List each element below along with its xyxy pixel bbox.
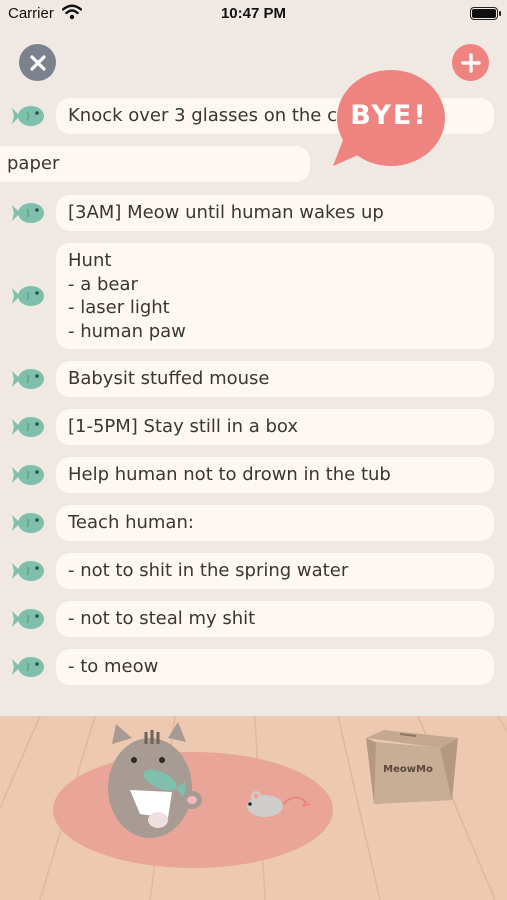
floor-scene (0, 716, 507, 900)
task-row[interactable]: - not to steal my shit (0, 601, 507, 637)
rug (53, 752, 333, 868)
task-text[interactable]: - to meow (56, 649, 494, 685)
task-row[interactable]: - to meow (0, 649, 507, 685)
close-button[interactable] (19, 44, 56, 81)
dragging-task-bubble[interactable]: paper (0, 146, 310, 182)
fish-icon[interactable] (11, 607, 47, 631)
fish-icon[interactable] (11, 655, 47, 679)
task-row[interactable]: Teach human: (0, 505, 507, 541)
task-row[interactable]: Hunt - a bear - laser light - human paw (0, 243, 507, 349)
task-text[interactable]: - not to steal my shit (56, 601, 494, 637)
task-row[interactable]: [3AM] Meow until human wakes up (0, 195, 507, 231)
fish-icon[interactable] (11, 511, 47, 535)
clock: 10:47 PM (220, 5, 287, 22)
battery-icon (470, 7, 501, 20)
task-row[interactable]: - not to shit in the spring water (0, 553, 507, 589)
fish-icon[interactable] (11, 284, 47, 308)
task-text[interactable]: Teach human: (56, 505, 494, 541)
box-label: MeowMo (383, 764, 433, 775)
fish-icon[interactable] (11, 104, 47, 128)
fish-icon[interactable] (11, 559, 47, 583)
fish-icon[interactable] (11, 367, 47, 391)
task-row[interactable]: Babysit stuffed mouse (0, 361, 507, 397)
status-bar: Carrier 10:47 PM (0, 0, 507, 30)
fish-icon[interactable] (11, 201, 47, 225)
task-text[interactable]: [1-5PM] Stay still in a box (56, 409, 494, 445)
task-text[interactable]: Help human not to drown in the tub (56, 457, 494, 493)
task-text[interactable]: Babysit stuffed mouse (56, 361, 494, 397)
task-row[interactable]: Help human not to drown in the tub (0, 457, 507, 493)
task-text[interactable]: - not to shit in the spring water (56, 553, 494, 589)
task-text[interactable]: [3AM] Meow until human wakes up (56, 195, 494, 231)
bye-text: BYE! (350, 100, 428, 131)
close-icon (29, 54, 46, 71)
task-row[interactable]: [1-5PM] Stay still in a box (0, 409, 507, 445)
task-text[interactable]: Hunt - a bear - laser light - human paw (56, 243, 494, 349)
add-task-button[interactable] (452, 44, 489, 81)
fish-icon[interactable] (11, 463, 47, 487)
dragging-task-text: paper (7, 153, 60, 174)
plus-icon (460, 52, 481, 73)
fish-icon[interactable] (11, 415, 47, 439)
